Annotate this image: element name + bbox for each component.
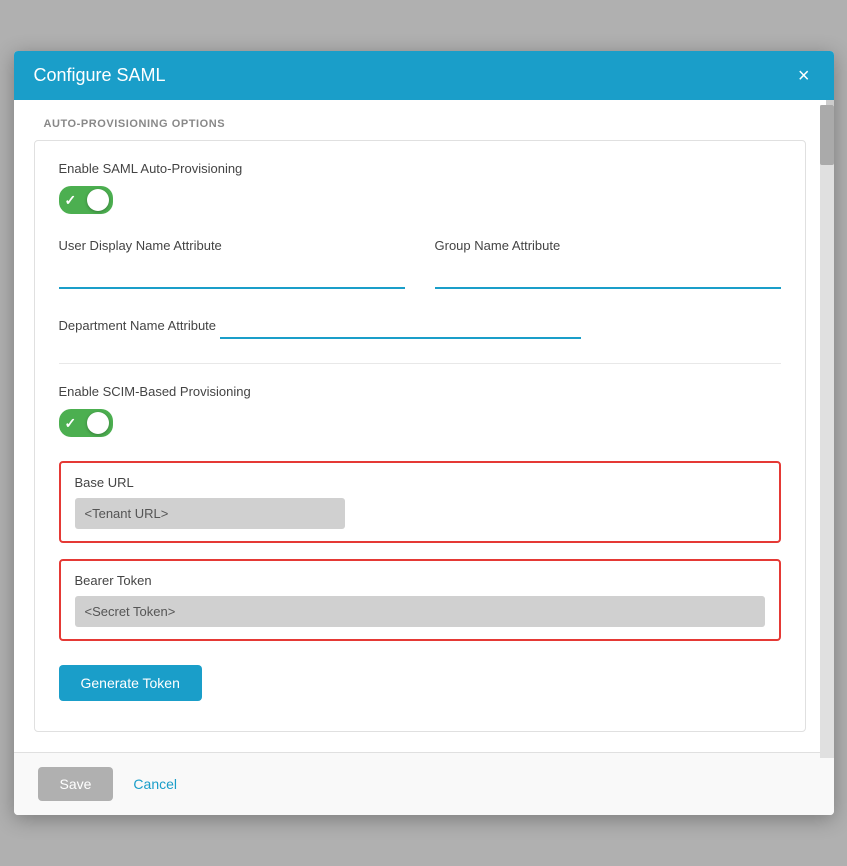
user-display-name-label: User Display Name Attribute: [59, 238, 405, 253]
department-name-label: Department Name Attribute: [59, 318, 217, 333]
base-url-label: Base URL: [75, 475, 765, 490]
saml-toggle-wrapper: ✓: [59, 186, 781, 214]
user-display-name-group: User Display Name Attribute: [59, 238, 405, 289]
base-url-input[interactable]: [75, 498, 345, 529]
scim-provisioning-toggle[interactable]: ✓: [59, 409, 113, 437]
modal-title: Configure SAML: [34, 65, 166, 86]
enable-scim-label: Enable SCIM-Based Provisioning: [59, 384, 781, 399]
department-name-group: Department Name Attribute: [59, 313, 781, 339]
bearer-token-input[interactable]: [75, 596, 765, 627]
enable-saml-label: Enable SAML Auto-Provisioning: [59, 161, 781, 176]
base-url-field-container: Base URL: [59, 461, 781, 543]
scrollbar-thumb[interactable]: [820, 105, 834, 165]
field-row-display-group: User Display Name Attribute Group Name A…: [59, 238, 781, 289]
bearer-token-field-container: Bearer Token: [59, 559, 781, 641]
section-label-auto-provisioning: AUTO-PROVISIONING OPTIONS: [14, 100, 826, 140]
scim-toggle-check-icon: ✓: [65, 416, 77, 430]
toggle-check-icon: ✓: [65, 193, 77, 207]
divider: [59, 363, 781, 364]
cancel-button[interactable]: Cancel: [133, 776, 177, 792]
toggle-knob: [87, 189, 109, 211]
user-display-name-input[interactable]: [59, 263, 405, 289]
content-card: Enable SAML Auto-Provisioning ✓ User Dis…: [34, 140, 806, 732]
saml-auto-provisioning-toggle[interactable]: ✓: [59, 186, 113, 214]
scim-toggle-wrapper: ✓: [59, 409, 781, 437]
modal-body: AUTO-PROVISIONING OPTIONS Enable SAML Au…: [14, 100, 834, 752]
group-name-group: Group Name Attribute: [435, 238, 781, 289]
generate-token-button[interactable]: Generate Token: [59, 665, 202, 701]
modal-header: Configure SAML ×: [14, 51, 834, 100]
scrollbar-track[interactable]: [820, 105, 834, 758]
department-name-input[interactable]: [220, 313, 581, 339]
group-name-input[interactable]: [435, 263, 781, 289]
modal-footer: Save Cancel: [14, 752, 834, 815]
bearer-token-label: Bearer Token: [75, 573, 765, 588]
scim-toggle-knob: [87, 412, 109, 434]
close-button[interactable]: ×: [794, 66, 814, 86]
save-button[interactable]: Save: [38, 767, 114, 801]
group-name-label: Group Name Attribute: [435, 238, 781, 253]
